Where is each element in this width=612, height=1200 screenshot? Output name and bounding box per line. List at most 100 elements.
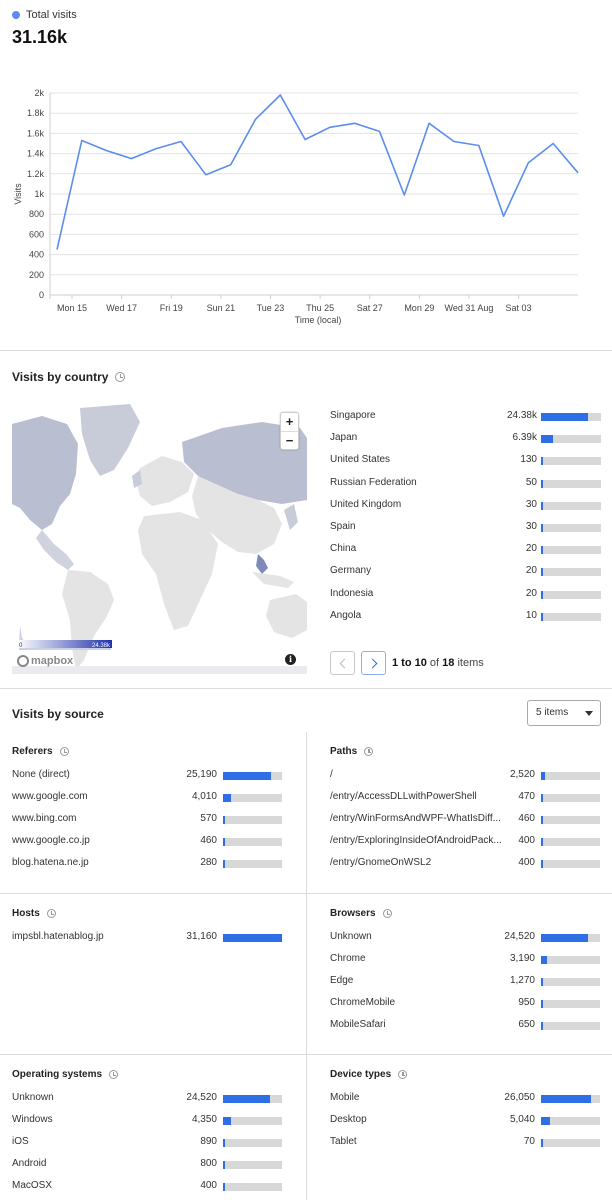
divider [0,350,612,351]
list-item[interactable]: / 2,520 [330,767,600,783]
data-point[interactable] [477,144,481,148]
row-bar-fill [223,794,231,802]
data-point[interactable] [378,129,382,133]
data-point[interactable] [526,161,530,165]
row-value: 70 [523,1136,535,1147]
items-per-page-select[interactable]: 5 items [527,700,601,726]
row-label: United Kingdom [330,498,402,510]
data-point[interactable] [204,173,208,177]
row-value: 10 [525,609,537,621]
row-bar-fill [541,860,543,868]
x-tick-label: Sun 21 [207,303,236,313]
row-bar-track [541,568,601,577]
list-item[interactable]: Unknown 24,520 [330,929,600,945]
list-item[interactable]: www.google.co.jp 460 [12,833,282,849]
list-item[interactable]: China 20 [330,541,601,557]
list-item[interactable]: Desktop 5,040 [330,1112,600,1128]
list-item[interactable]: United Kingdom 30 [330,497,601,513]
clock-icon[interactable] [364,747,374,756]
list-item[interactable]: Chrome 3,190 [330,951,600,967]
chevron-right-icon [367,658,377,668]
y-tick-label: 2k [34,88,44,98]
data-point[interactable] [154,147,158,151]
map-land [136,456,194,506]
data-point[interactable] [55,248,59,252]
data-point[interactable] [105,149,109,153]
clock-icon[interactable] [115,372,126,382]
mapbox-logo[interactable]: mapbox [17,655,73,667]
clock-icon[interactable] [59,747,69,756]
row-bar-track [541,457,601,466]
list-item[interactable]: Singapore 24.38k [330,408,601,424]
data-point[interactable] [328,125,332,129]
list-item[interactable]: www.google.com 4,010 [12,789,282,805]
list-item[interactable]: /entry/GnomeOnWSL2 400 [330,855,600,871]
block-title-browsers: Browsers [330,908,392,919]
chart-legend[interactable]: Total visits [12,9,77,21]
data-point[interactable] [551,142,555,146]
data-point[interactable] [129,157,133,161]
list-item[interactable]: Indonesia 20 [330,586,601,602]
list-item[interactable]: Mobile 26,050 [330,1090,600,1106]
list-item[interactable]: ChromeMobile 950 [330,995,600,1011]
list-item[interactable]: Windows 4,350 [12,1112,282,1128]
row-bar-track [541,1000,600,1008]
data-point[interactable] [179,139,183,143]
data-point[interactable] [427,121,431,125]
clock-icon[interactable] [109,1070,119,1079]
list-item[interactable]: blog.hatena.ne.jp 280 [12,855,282,871]
zoom-out-button[interactable]: − [281,431,298,449]
list-item[interactable]: MacOSX 400 [12,1178,282,1194]
data-point[interactable] [576,171,580,175]
row-bar-track [223,1095,282,1103]
list-item[interactable]: www.bing.com 570 [12,811,282,827]
list-item[interactable]: Tablet 70 [330,1134,600,1150]
row-value: 24,520 [504,931,535,942]
column-divider [306,732,307,1200]
list-item[interactable]: Spain 30 [330,519,601,535]
list-item[interactable]: United States 130 [330,452,601,468]
clock-icon[interactable] [382,909,392,918]
list-item[interactable]: Russian Federation 50 [330,475,601,491]
data-point[interactable] [253,117,257,121]
list-item[interactable]: Edge 1,270 [330,973,600,989]
block-title-text: Operating systems [12,1069,103,1080]
list-item[interactable]: Unknown 24,520 [12,1090,282,1106]
data-point[interactable] [402,193,406,197]
list-item[interactable]: Android 800 [12,1156,282,1172]
data-point[interactable] [229,163,233,167]
data-point[interactable] [278,93,282,97]
series-line[interactable] [56,94,579,250]
data-point[interactable] [303,137,307,141]
row-value: 4,350 [191,1114,217,1125]
list-item[interactable]: /entry/AccessDLLwithPowerShell 470 [330,789,600,805]
info-icon[interactable]: i [285,654,296,665]
list-item[interactable]: MobileSafari 650 [330,1017,600,1033]
list-item[interactable]: Angola 10 [330,608,601,624]
map-land [266,594,307,638]
zoom-in-button[interactable]: + [281,413,298,431]
pager-total: 18 [442,657,455,669]
clock-icon[interactable] [398,1070,408,1079]
pager-range: 1 to 10 [392,657,427,669]
list-item[interactable]: impsbl.hatenablog.jp 31,160 [12,929,282,945]
clock-icon[interactable] [46,909,56,918]
list-item[interactable]: Germany 20 [330,563,601,579]
data-point[interactable] [353,121,357,125]
prev-page-button[interactable] [330,651,355,675]
map-land [80,404,140,476]
data-point[interactable] [452,139,456,143]
row-value: 20 [525,587,537,599]
caret-down-icon [585,711,593,716]
data-point[interactable] [502,214,506,218]
list-item[interactable]: /entry/ExploringInsideOfAndroidPack... 40… [330,833,600,849]
row-value: 400 [518,835,535,846]
list-item[interactable]: Japan 6.39k [330,430,601,446]
next-page-button[interactable] [361,651,386,675]
list-item[interactable]: iOS 890 [12,1134,282,1150]
list-item[interactable]: None (direct) 25,190 [12,767,282,783]
y-tick-label: 1.4k [27,149,45,159]
select-value: 5 items [536,707,569,718]
data-point[interactable] [80,138,84,142]
list-item[interactable]: /entry/WinFormsAndWPF-WhatIsDiff... 460 [330,811,600,827]
